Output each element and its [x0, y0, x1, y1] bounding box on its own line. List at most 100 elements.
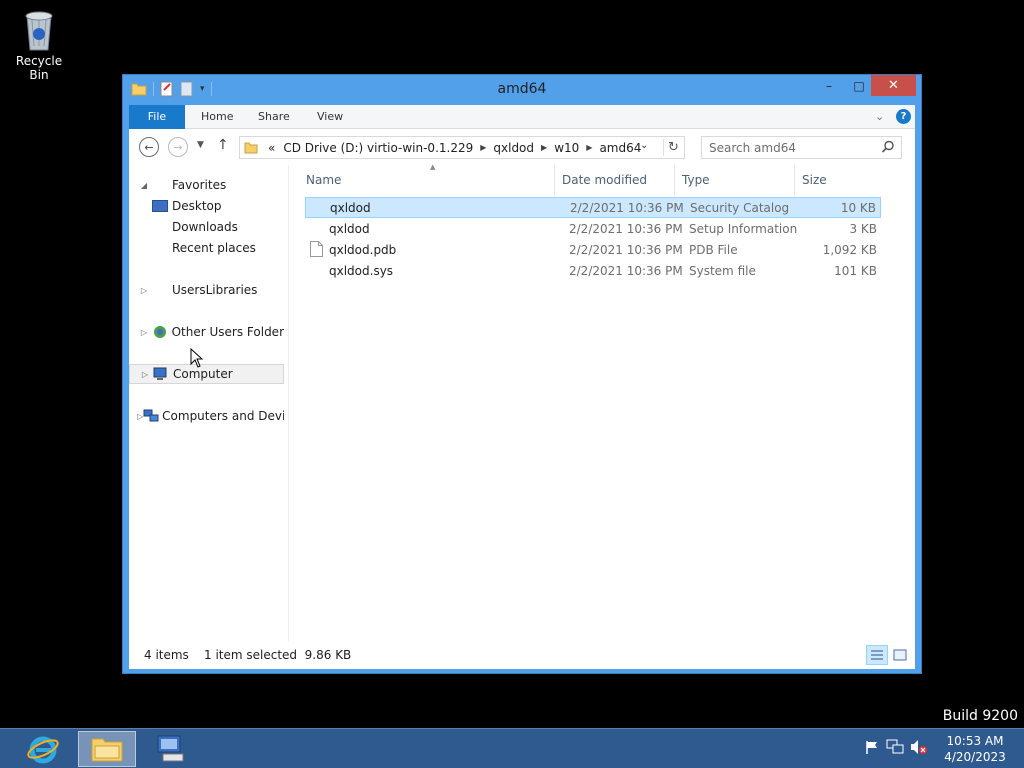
file-type: Security Catalog [690, 200, 790, 215]
nav-downloads[interactable]: Downloads [129, 217, 284, 237]
build-watermark: Build 9200 [942, 708, 1018, 724]
nav-computers-and-devices[interactable]: ▷ Computers and Devices [129, 406, 284, 426]
recycle-bin-icon [25, 11, 53, 51]
back-button[interactable]: ← [139, 137, 159, 157]
tab-file[interactable]: File [129, 105, 185, 129]
forward-button[interactable]: → [168, 137, 188, 157]
file-icon [310, 241, 323, 257]
address-bar[interactable]: « CD Drive (D:) virtio-win-0.1.229 ▶ qxl… [239, 136, 685, 159]
recycle-bin-label: Recycle Bin [15, 54, 63, 82]
breadcrumb-amd64[interactable]: amd64 [599, 141, 641, 155]
collapsed-icon[interactable]: ▷ [137, 286, 151, 295]
collapsed-icon[interactable]: ▷ [138, 370, 152, 379]
address-dropdown-icon[interactable]: ⌄ [640, 140, 648, 151]
volume-muted-icon[interactable] [910, 739, 928, 755]
close-button[interactable]: ✕ [871, 75, 916, 96]
file-date: 2/2/2021 10:36 PM [570, 200, 684, 215]
file-row[interactable]: qxldod 2/2/2021 10:36 PM Security Catalo… [305, 197, 881, 218]
folder-icon [244, 142, 258, 153]
selection-info: 1 item selected 9.86 KB [204, 648, 352, 662]
taskbar-internet-explorer[interactable] [14, 731, 72, 767]
computer-icon [152, 366, 170, 382]
file-type: PDB File [689, 242, 738, 257]
file-name: qxldod [329, 221, 370, 236]
server-manager-icon [157, 735, 184, 762]
search-icon[interactable] [881, 140, 895, 154]
file-list: ▲ Name Date modified Type Size qxldod 2/… [299, 163, 915, 641]
nav-other-users-folder[interactable]: ▷ Other Users Folder [129, 322, 284, 342]
help-icon[interactable]: ? [896, 109, 911, 124]
details-view-button[interactable] [866, 645, 888, 665]
tab-home[interactable]: Home [201, 105, 233, 129]
tab-share[interactable]: Share [258, 105, 290, 129]
clock-date: 4/20/2023 [944, 750, 1006, 764]
taskbar-server-manager[interactable] [142, 731, 200, 767]
large-icons-view-button[interactable] [889, 645, 911, 665]
file-type: System file [689, 263, 756, 278]
column-header-size[interactable]: Size [795, 165, 885, 195]
title-bar[interactable]: ▾ amd64 – □ ✕ [123, 75, 921, 105]
file-explorer-icon [91, 738, 123, 762]
desktop-recycle-bin[interactable]: Recycle Bin [6, 6, 72, 82]
up-button[interactable]: ↑ [217, 137, 229, 153]
status-bar: 4 items 1 item selected 9.86 KB [129, 641, 915, 669]
file-row[interactable]: qxldod.sys 2/2/2021 10:36 PM System file… [305, 260, 881, 281]
file-date: 2/2/2021 10:36 PM [569, 221, 683, 236]
action-center-flag-icon[interactable] [864, 739, 880, 755]
nav-computer[interactable]: ▷ Computer [129, 364, 284, 384]
details-view-icon [871, 650, 883, 660]
search-box[interactable] [701, 136, 902, 159]
file-date: 2/2/2021 10:36 PM [569, 263, 683, 278]
file-row[interactable]: qxldod 2/2/2021 10:36 PM Setup Informati… [305, 218, 881, 239]
column-header-date[interactable]: Date modified [555, 165, 675, 195]
ribbon: File Home Share View ⌄ ? [129, 105, 915, 129]
window-title: amd64 [497, 81, 547, 97]
nav-favorites[interactable]: ◢ Favorites [129, 175, 284, 195]
file-size: 10 KB [840, 200, 876, 215]
expand-ribbon-icon[interactable]: ⌄ [875, 110, 884, 123]
network-folder-icon [151, 324, 169, 340]
recent-locations-icon[interactable]: ▼ [197, 140, 204, 150]
file-name: qxldod.sys [329, 263, 394, 278]
breadcrumb-overflow[interactable]: « [268, 141, 275, 155]
explorer-window: ▾ amd64 – □ ✕ File Home Share View ⌄ ? ←… [122, 74, 922, 674]
network-icon [143, 408, 159, 424]
navigation-pane: ◢ Favorites Desktop Downloads Recent pla… [129, 165, 289, 641]
breadcrumb-w10[interactable]: w10 [554, 141, 579, 155]
internet-explorer-icon [27, 736, 59, 764]
column-header-type[interactable]: Type [675, 165, 795, 195]
chevron-right-icon[interactable]: ▶ [480, 143, 486, 152]
content-area: ◢ Favorites Desktop Downloads Recent pla… [129, 163, 915, 641]
minimize-button[interactable]: – [814, 75, 844, 96]
expanded-icon[interactable]: ◢ [137, 181, 151, 190]
taskbar: 10:53 AM 4/20/2023 [0, 728, 1024, 768]
file-size: 101 KB [834, 263, 877, 278]
nav-recent-places[interactable]: Recent places [129, 238, 284, 258]
file-size: 3 KB [849, 221, 877, 236]
search-input[interactable] [702, 137, 872, 158]
item-count: 4 items [144, 648, 189, 662]
breadcrumb-cd-drive[interactable]: CD Drive (D:) virtio-win-0.1.229 [283, 141, 473, 155]
mouse-cursor-icon [190, 348, 204, 368]
breadcrumb-qxldod[interactable]: qxldod [493, 141, 534, 155]
file-name: qxldod [330, 200, 371, 215]
maximize-button[interactable]: □ [844, 75, 874, 96]
tab-view[interactable]: View [317, 105, 343, 129]
column-header-name[interactable]: Name [299, 165, 555, 195]
chevron-right-icon[interactable]: ▶ [586, 143, 592, 152]
file-type: Setup Information [689, 221, 798, 236]
large-icons-view-icon [893, 649, 907, 661]
taskbar-clock[interactable]: 10:53 AM 4/20/2023 [940, 733, 1010, 765]
file-row[interactable]: qxldod.pdb 2/2/2021 10:36 PM PDB File 1,… [305, 239, 881, 260]
chevron-right-icon[interactable]: ▶ [541, 143, 547, 152]
collapsed-icon[interactable]: ▷ [137, 328, 151, 337]
taskbar-file-explorer[interactable] [78, 731, 136, 767]
clock-time: 10:53 AM [946, 734, 1004, 748]
refresh-button[interactable]: ↻ [663, 139, 683, 156]
nav-user-libraries[interactable]: ▷ UsersLibraries [129, 280, 284, 300]
system-tray [864, 739, 928, 755]
network-icon[interactable] [886, 739, 904, 755]
desktop-icon [151, 198, 169, 214]
nav-desktop[interactable]: Desktop [129, 196, 284, 216]
file-size: 1,092 KB [822, 242, 877, 257]
